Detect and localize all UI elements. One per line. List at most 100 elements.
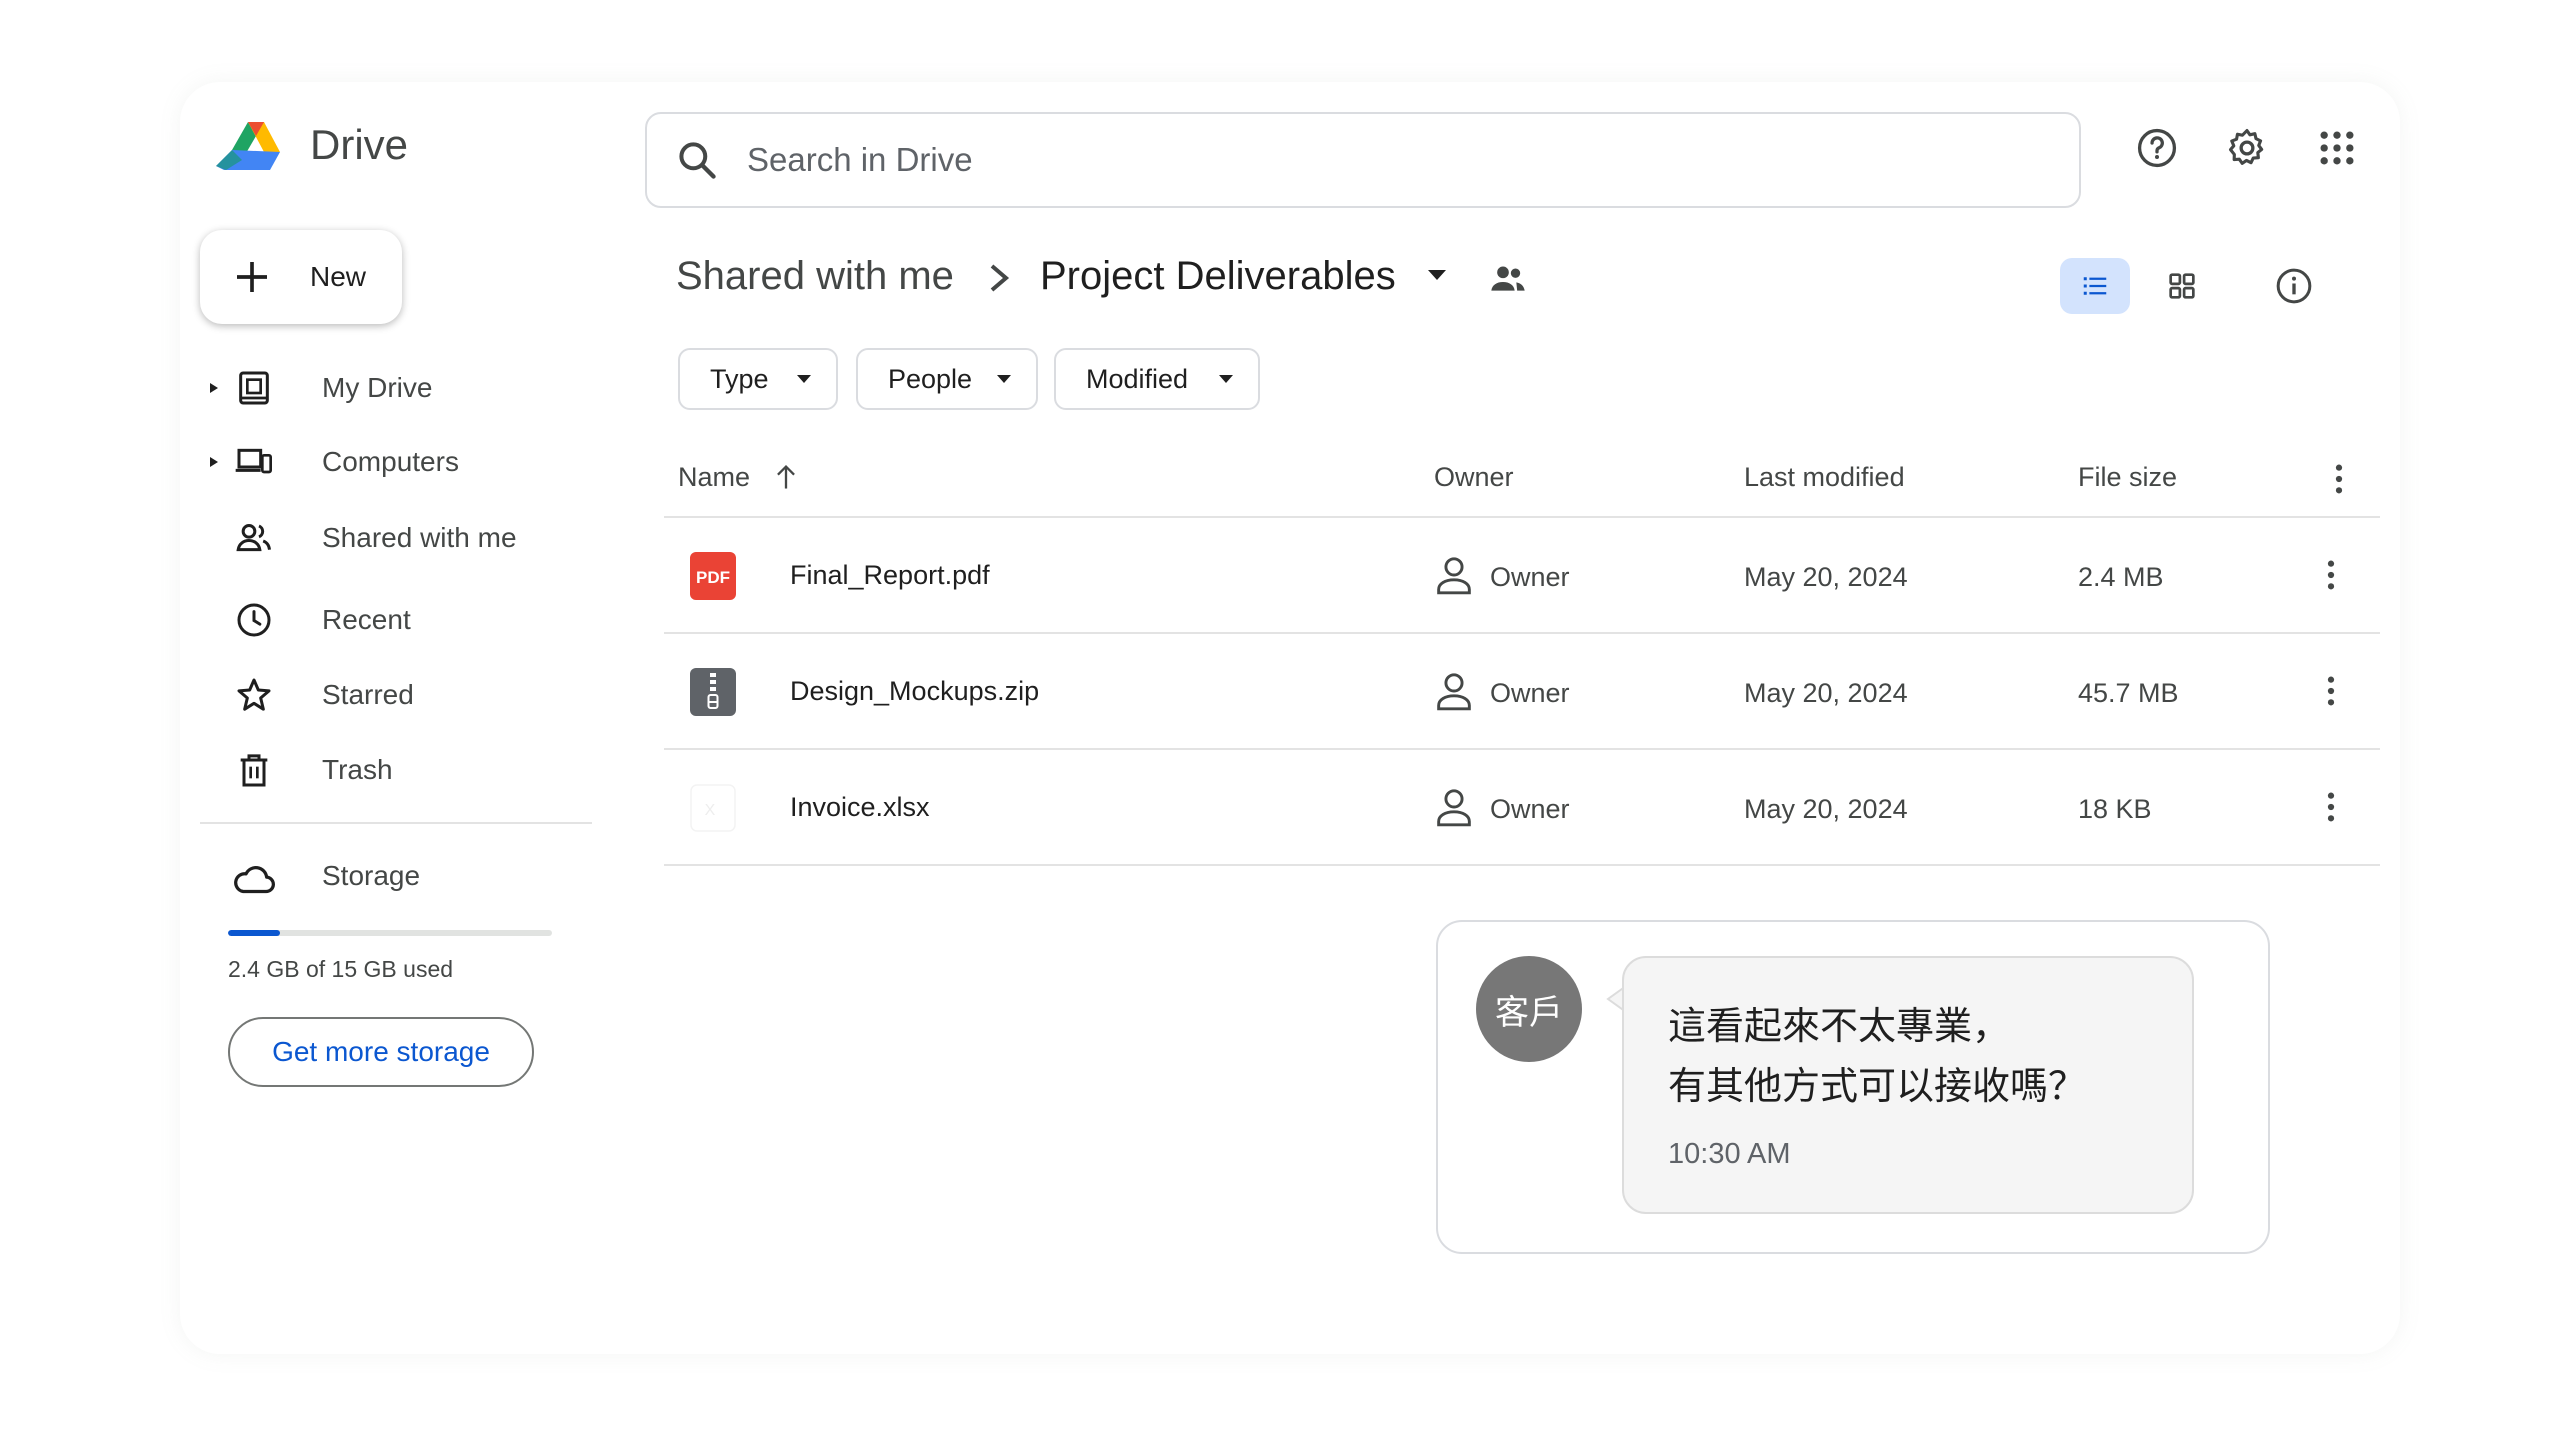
search-icon[interactable] — [675, 138, 719, 182]
pdf-file-icon: PDF — [690, 552, 736, 600]
dropdown-arrow-icon — [797, 375, 811, 383]
sidebar-item-my-drive[interactable]: My Drive — [200, 358, 580, 418]
chat-message-card: 客戶 這看起來不太專業， 有其他方式可以接收嗎？ 10:30 AM — [1436, 920, 2270, 1254]
chevron-right-icon — [990, 264, 1010, 292]
apps-grid-icon — [2320, 131, 2354, 165]
filter-people-chip[interactable]: People — [856, 348, 1038, 410]
sidebar-item-recent[interactable]: Recent — [200, 590, 580, 650]
file-size: 2.4 MB — [2078, 562, 2164, 592]
file-last-modified: May 20, 2024 — [1744, 678, 1908, 708]
table-row[interactable]: PDF Final_Report.pdf Owner May 20, 2024 … — [664, 518, 2380, 632]
filter-type-chip[interactable]: Type — [678, 348, 838, 410]
search-bar[interactable] — [645, 112, 2081, 208]
chat-bubble: 這看起來不太專業， 有其他方式可以接收嗎？ 10:30 AM — [1622, 956, 2194, 1214]
drive-logo[interactable]: Drive — [212, 114, 408, 176]
help-icon — [2137, 128, 2177, 168]
computers-icon — [235, 448, 272, 474]
star-icon — [237, 678, 271, 711]
person-icon — [1437, 789, 1471, 827]
column-header-last-modified[interactable]: Last modified — [1744, 462, 1905, 493]
info-icon — [2276, 268, 2312, 304]
grid-view-icon — [2169, 273, 2195, 299]
storage-usage-text: 2.4 GB of 15 GB used — [228, 956, 454, 982]
list-view-button[interactable] — [2060, 258, 2130, 314]
trash-icon — [240, 754, 268, 787]
svg-text:X: X — [705, 802, 716, 819]
storage-progress-fill — [228, 930, 280, 936]
cloud-icon — [234, 865, 275, 894]
sidebar-item-label: Starred — [322, 679, 414, 710]
file-name[interactable]: Invoice.xlsx — [790, 792, 930, 823]
sidebar-item-label: Shared with me — [322, 522, 517, 553]
dropdown-arrow-icon[interactable] — [1426, 268, 1448, 282]
file-name[interactable]: Design_Mockups.zip — [790, 676, 1039, 707]
sidebar-item-starred[interactable]: Starred — [200, 665, 580, 725]
sidebar-item-label: Recent — [322, 604, 411, 635]
new-button[interactable]: New — [200, 230, 402, 324]
storage-label[interactable]: Storage — [322, 860, 420, 892]
storage-progress-bar — [228, 930, 552, 936]
top-actions — [2135, 126, 2359, 170]
sidebar-item-label: Computers — [322, 446, 459, 477]
file-last-modified: May 20, 2024 — [1744, 562, 1908, 592]
file-owner: Owner — [1490, 562, 1570, 592]
filter-modified-label: Modified — [1086, 363, 1189, 394]
drive-logo-icon — [216, 122, 280, 170]
person-icon — [1437, 673, 1471, 711]
sidebar-item-computers[interactable]: Computers — [200, 432, 580, 492]
file-last-modified: May 20, 2024 — [1744, 794, 1908, 824]
sidebar-item-shared-with-me[interactable]: Shared with me — [200, 508, 580, 568]
table-divider — [664, 864, 2380, 866]
list-view-icon — [2083, 277, 2107, 295]
sidebar-item-trash[interactable]: Trash — [200, 740, 580, 800]
dropdown-arrow-icon — [997, 375, 1011, 383]
column-header-file-size[interactable]: File size — [2078, 462, 2177, 493]
breadcrumb-current-folder[interactable]: Project Deliverables — [1040, 254, 1396, 299]
file-size: 18 KB — [2078, 794, 2152, 824]
zip-file-icon — [690, 668, 736, 716]
chat-message-time: 10:30 AM — [1668, 1138, 1791, 1170]
breadcrumb-shared-with-me[interactable]: Shared with me — [676, 254, 954, 299]
sidebar-item-label: My Drive — [322, 372, 433, 403]
file-owner: Owner — [1490, 794, 1570, 824]
apps-button[interactable] — [2315, 126, 2359, 170]
column-header-owner[interactable]: Owner — [1434, 462, 1514, 493]
dropdown-arrow-icon — [1219, 375, 1233, 383]
more-vert-icon[interactable] — [2332, 462, 2346, 496]
chat-message-text: 這看起來不太專業， 有其他方式可以接收嗎？ — [1668, 1004, 2087, 1108]
shared-people-icon — [236, 524, 271, 552]
clock-icon — [237, 603, 271, 637]
help-button[interactable] — [2135, 126, 2179, 170]
filter-modified-chip[interactable]: Modified — [1054, 348, 1260, 410]
table-row[interactable]: Design_Mockups.zip Owner May 20, 2024 45… — [664, 634, 2380, 748]
column-header-name[interactable]: Name — [678, 462, 750, 493]
get-more-storage-button[interactable]: Get more storage — [228, 1017, 534, 1087]
shared-folder-icon — [1491, 266, 1525, 291]
my-drive-icon — [239, 371, 269, 405]
more-vert-icon[interactable] — [2324, 790, 2338, 824]
sidebar-divider — [200, 822, 592, 824]
more-vert-icon[interactable] — [2324, 674, 2338, 708]
svg-text:PDF: PDF — [696, 568, 730, 587]
sort-arrow-up-icon[interactable] — [772, 462, 800, 492]
settings-button[interactable] — [2225, 126, 2269, 170]
drive-window: Drive Search in Drive New My Drive Compu… — [180, 82, 2400, 1354]
table-row[interactable]: X Invoice.xlsx Owner May 20, 2024 18 KB — [664, 750, 2380, 864]
app-name: Drive — [310, 121, 409, 168]
plus-icon — [237, 262, 267, 292]
expand-caret-icon[interactable] — [208, 455, 220, 469]
avatar: 客戶 — [1476, 956, 1582, 1062]
search-input[interactable] — [747, 141, 1947, 179]
gear-icon — [2228, 129, 2264, 165]
grid-view-button[interactable] — [2158, 262, 2206, 310]
new-button-label: New — [310, 261, 367, 292]
file-name[interactable]: Final_Report.pdf — [790, 560, 990, 591]
details-button[interactable] — [2270, 262, 2318, 310]
file-size: 45.7 MB — [2078, 678, 2179, 708]
person-icon — [1437, 557, 1471, 595]
filter-people-label: People — [888, 363, 973, 394]
more-vert-icon[interactable] — [2324, 558, 2338, 592]
sidebar-item-label: Trash — [322, 754, 393, 785]
expand-caret-icon[interactable] — [208, 381, 220, 395]
spreadsheet-file-icon: X — [690, 784, 736, 832]
